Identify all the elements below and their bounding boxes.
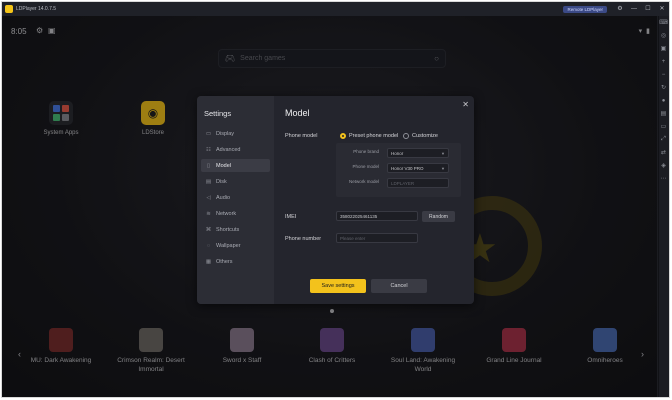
nav-shortcuts[interactable]: ⌘ Shortcuts	[201, 223, 270, 236]
save-settings-button[interactable]: Save settings	[310, 279, 366, 293]
imei-input[interactable]: 358022025461135	[336, 211, 418, 221]
phone-number-input[interactable]: Please enter	[336, 233, 418, 243]
settings-dialog: Settings ▭ Display ☷ Advanced ▯ Model ▤ …	[197, 96, 474, 304]
radio-customize[interactable]: Customize	[403, 133, 438, 139]
nav-display[interactable]: ▭ Display	[201, 127, 270, 140]
nav-label: Disk	[216, 178, 227, 185]
nav-label: Audio	[216, 194, 231, 201]
radio-dot	[340, 133, 346, 139]
phone-model-select[interactable]: Honor V30 PRO ▼	[387, 163, 449, 173]
nav-model[interactable]: ▯ Model	[201, 159, 270, 172]
phone-brand-value: Honor	[391, 150, 404, 156]
close-icon[interactable]: ✕	[462, 100, 469, 109]
display-icon: ▭	[205, 130, 212, 137]
settings-icon[interactable]: ⚙	[613, 2, 627, 16]
phone-model-label: Phone model	[285, 133, 318, 139]
nav-label: Others	[216, 258, 233, 265]
volume-down-icon[interactable]: −	[658, 68, 669, 81]
model-panel: Model ✕ Phone model Preset phone model C…	[274, 96, 474, 304]
maximize-icon[interactable]: ☐	[641, 2, 655, 16]
radio-label: Preset phone model	[349, 133, 399, 139]
nav-wallpaper[interactable]: ◌ Wallpaper	[201, 239, 270, 252]
nav-audio[interactable]: ◁ Audio	[201, 191, 270, 204]
fullscreen-icon[interactable]: ⤢	[658, 133, 669, 146]
radio-label: Customize	[412, 133, 438, 139]
nav-others[interactable]: ▦ Others	[201, 255, 270, 268]
disk-icon: ▤	[205, 178, 212, 185]
nav-label: Advanced	[216, 146, 241, 153]
screenshot-icon[interactable]: ▣	[658, 42, 669, 55]
chevron-down-icon: ▼	[441, 150, 445, 156]
keyboard-icon[interactable]: ⌨	[658, 16, 669, 29]
chevron-down-icon: ▼	[441, 165, 445, 171]
nav-label: Display	[216, 130, 235, 137]
phone-model-field-label: Phone model	[352, 164, 379, 169]
imei-value: 358022025461135	[340, 213, 378, 219]
remote-badge-label: Remote LDPlayer	[567, 6, 603, 12]
nav-label: Wallpaper	[216, 242, 241, 249]
network-model-field[interactable]: LDPLAYER	[387, 178, 449, 188]
phone-number-label: Phone number	[285, 236, 322, 242]
phone-icon: ▯	[206, 162, 211, 169]
phone-brand-label: Phone brand	[353, 149, 379, 154]
title-bar: LDPlayer 14.0.7.5 Remote LDPlayer ⚙ — ☐ …	[2, 2, 669, 16]
wifi-icon: ≋	[206, 210, 211, 217]
panel-title: Model	[285, 108, 310, 118]
minimize-icon[interactable]: —	[627, 2, 641, 16]
phone-number-placeholder: Please enter	[340, 235, 366, 241]
network-model-placeholder: LDPLAYER	[391, 180, 415, 186]
phone-brand-select[interactable]: Honor ▼	[387, 148, 449, 158]
record-icon[interactable]: ●	[658, 94, 669, 107]
grid-icon: ▦	[205, 258, 212, 265]
nav-label: Model	[216, 162, 231, 169]
location-icon[interactable]: ◈	[658, 159, 669, 172]
nav-disk[interactable]: ▤ Disk	[201, 175, 270, 188]
network-model-label: Network model	[348, 179, 379, 184]
apk-icon[interactable]: ▤	[658, 107, 669, 120]
imei-label: IMEI	[285, 214, 297, 220]
nav-network[interactable]: ≋ Network	[201, 207, 270, 220]
gamepad-icon[interactable]: ◎	[658, 29, 669, 42]
folder-icon[interactable]: ▭	[658, 120, 669, 133]
remote-badge[interactable]: Remote LDPlayer	[563, 5, 607, 13]
wallpaper-icon: ◌	[206, 242, 211, 249]
shortcuts-icon: ⌘	[205, 226, 212, 233]
settings-sidebar: Settings ▭ Display ☷ Advanced ▯ Model ▤ …	[197, 96, 274, 304]
app-logo-icon	[5, 5, 13, 13]
preset-model-panel: Phone brand Honor ▼ Phone model Honor V3…	[336, 143, 461, 197]
close-icon[interactable]: ✕	[655, 2, 669, 16]
sync-icon[interactable]: ⇄	[658, 146, 669, 159]
window-title: LDPlayer 14.0.7.5	[16, 6, 57, 12]
random-button[interactable]: Random	[422, 211, 455, 222]
advanced-icon: ☷	[206, 146, 211, 153]
nav-advanced[interactable]: ☷ Advanced	[201, 143, 270, 156]
radio-dot	[403, 133, 409, 139]
rotate-icon[interactable]: ↻	[658, 81, 669, 94]
volume-up-icon[interactable]: +	[658, 55, 669, 68]
settings-title: Settings	[204, 109, 232, 118]
phone-model-value: Honor V30 PRO	[391, 165, 424, 171]
cancel-button[interactable]: Cancel	[371, 279, 427, 293]
nav-label: Shortcuts	[216, 226, 240, 233]
radio-preset-model[interactable]: Preset phone model	[340, 133, 398, 139]
more-icon[interactable]: ⋯	[658, 172, 669, 185]
emulator-window: LDPlayer 14.0.7.5 Remote LDPlayer ⚙ — ☐ …	[1, 1, 670, 398]
nav-label: Network	[216, 210, 237, 217]
audio-icon: ◁	[206, 194, 211, 201]
